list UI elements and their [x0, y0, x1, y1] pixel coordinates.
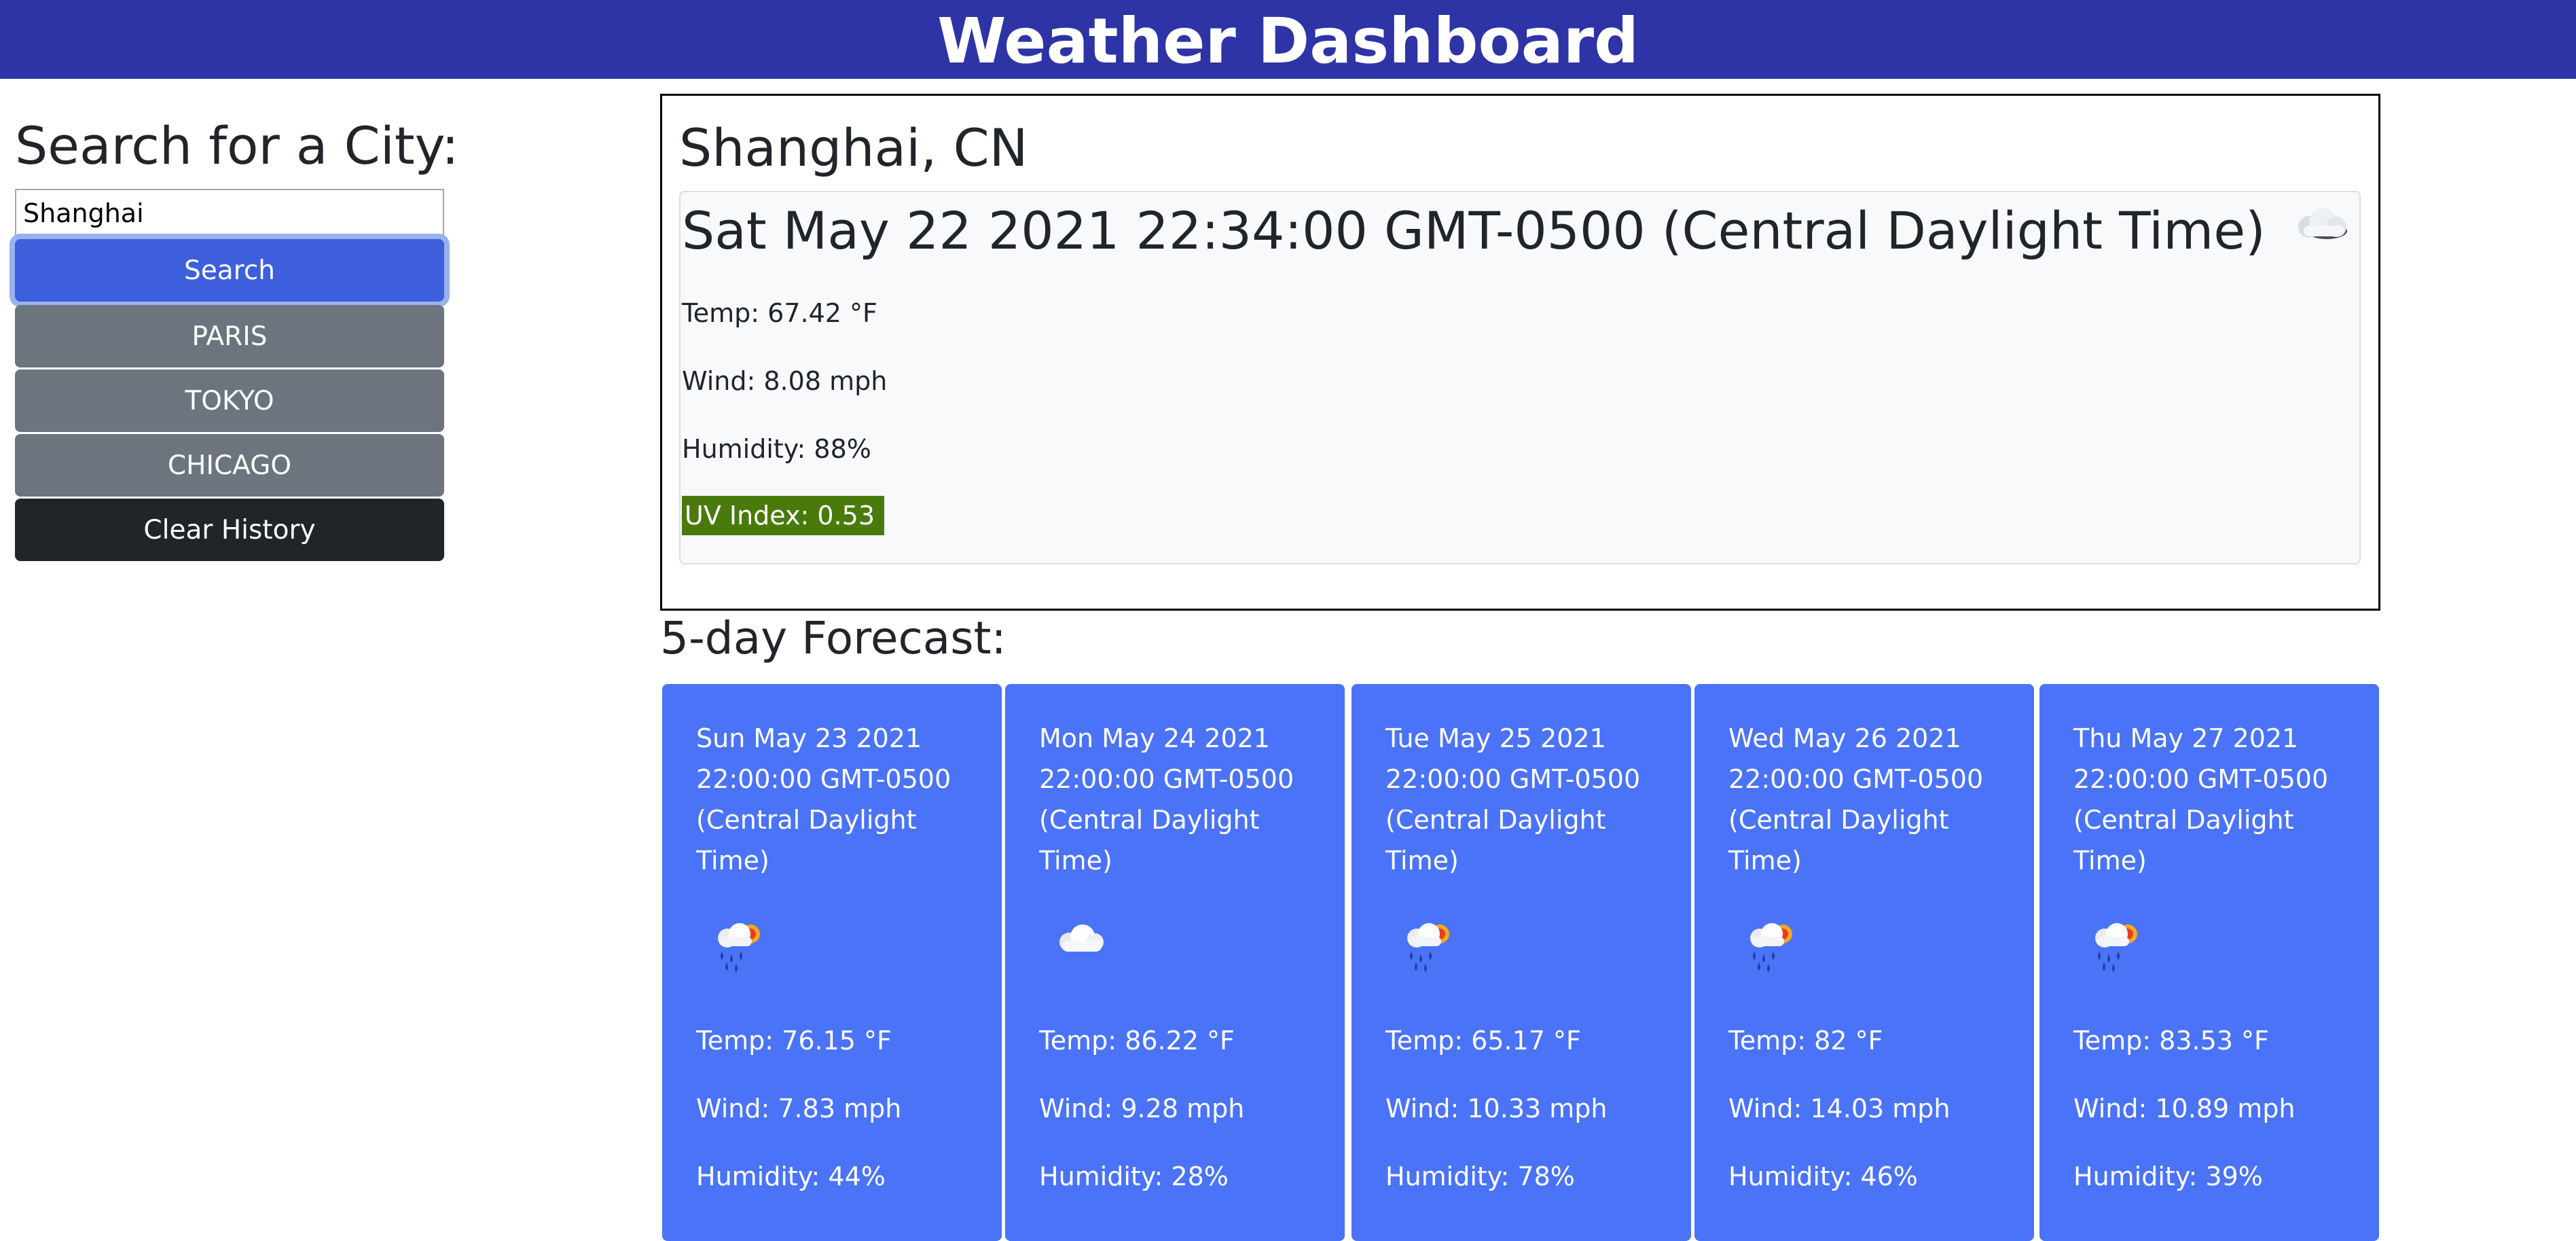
rain-sun-icon: [1407, 923, 1449, 972]
forecast-wind: Wind: 7.83 mph: [696, 1094, 902, 1123]
forecast-wind: Wind: 10.33 mph: [1385, 1094, 1608, 1123]
forecast-date: Wed May 26 2021 22:00:00 GMT-0500 (Centr…: [1728, 723, 1984, 876]
forecast-card: Thu May 27 2021 22:00:00 GMT-0500 (Centr…: [2039, 684, 2379, 1241]
forecast-humidity: Humidity: 44%: [696, 1162, 886, 1191]
search-button[interactable]: Search: [15, 239, 444, 302]
forecast-temp: Temp: 82 °F: [1728, 1026, 1883, 1056]
current-temp: Temp: 67.42 °F: [682, 298, 877, 328]
cloud-icon: [1059, 924, 1104, 952]
clear-history-button[interactable]: Clear History: [15, 499, 444, 561]
forecast-wind: Wind: 14.03 mph: [1728, 1094, 1951, 1123]
cloud-icon: [2298, 208, 2347, 239]
forecast-wind: Wind: 9.28 mph: [1039, 1094, 1245, 1123]
page-header: Weather Dashboard: [0, 0, 2576, 79]
forecast-card: Wed May 26 2021 22:00:00 GMT-0500 (Centr…: [1694, 684, 2034, 1241]
forecast-humidity: Humidity: 28%: [1039, 1162, 1229, 1191]
current-city-name: Shanghai, CN: [679, 118, 1028, 178]
forecast-temp: Temp: 76.15 °F: [696, 1026, 892, 1056]
forecast-humidity: Humidity: 46%: [1728, 1162, 1918, 1191]
forecast-temp: Temp: 83.53 °F: [2073, 1026, 2269, 1056]
history-button-tokyo[interactable]: TOKYO: [15, 370, 444, 432]
current-humidity: Humidity: 88%: [682, 434, 871, 464]
search-heading: Search for a City:: [15, 115, 459, 176]
forecast-wind: Wind: 10.89 mph: [2073, 1094, 2296, 1123]
forecast-card: Tue May 25 2021 22:00:00 GMT-0500 (Centr…: [1352, 684, 1691, 1241]
forecast-date: Sun May 23 2021 22:00:00 GMT-0500 (Centr…: [696, 723, 951, 876]
history-button-chicago[interactable]: CHICAGO: [15, 434, 444, 497]
history-button-paris[interactable]: PARIS: [15, 305, 444, 367]
page-title: Weather Dashboard: [937, 5, 1639, 77]
forecast-date: Thu May 27 2021 22:00:00 GMT-0500 (Centr…: [2073, 723, 2329, 876]
forecast-humidity: Humidity: 39%: [2073, 1162, 2263, 1191]
current-date-text: Sat May 22 2021 22:34:00 GMT-0500 (Centr…: [682, 200, 2266, 261]
forecast-temp: Temp: 86.22 °F: [1039, 1026, 1235, 1056]
forecast-temp: Temp: 65.17 °F: [1385, 1026, 1581, 1056]
current-date: Sat May 22 2021 22:34:00 GMT-0500 (Centr…: [682, 197, 2357, 265]
forecast-date: Tue May 25 2021 22:00:00 GMT-0500 (Centr…: [1385, 723, 1641, 876]
rain-sun-icon: [2095, 923, 2137, 972]
uv-index-badge: UV Index: 0.53: [682, 496, 884, 535]
rain-sun-icon: [1750, 923, 1792, 972]
rain-sun-icon: [718, 923, 760, 972]
city-search-input[interactable]: [15, 189, 444, 238]
forecast-heading: 5-day Forecast:: [660, 612, 1006, 664]
forecast-date: Mon May 24 2021 22:00:00 GMT-0500 (Centr…: [1039, 723, 1294, 876]
forecast-humidity: Humidity: 78%: [1385, 1162, 1575, 1191]
forecast-card: Mon May 24 2021 22:00:00 GMT-0500 (Centr…: [1005, 684, 1345, 1241]
current-wind: Wind: 8.08 mph: [682, 366, 888, 396]
forecast-card: Sun May 23 2021 22:00:00 GMT-0500 (Centr…: [662, 684, 1002, 1241]
